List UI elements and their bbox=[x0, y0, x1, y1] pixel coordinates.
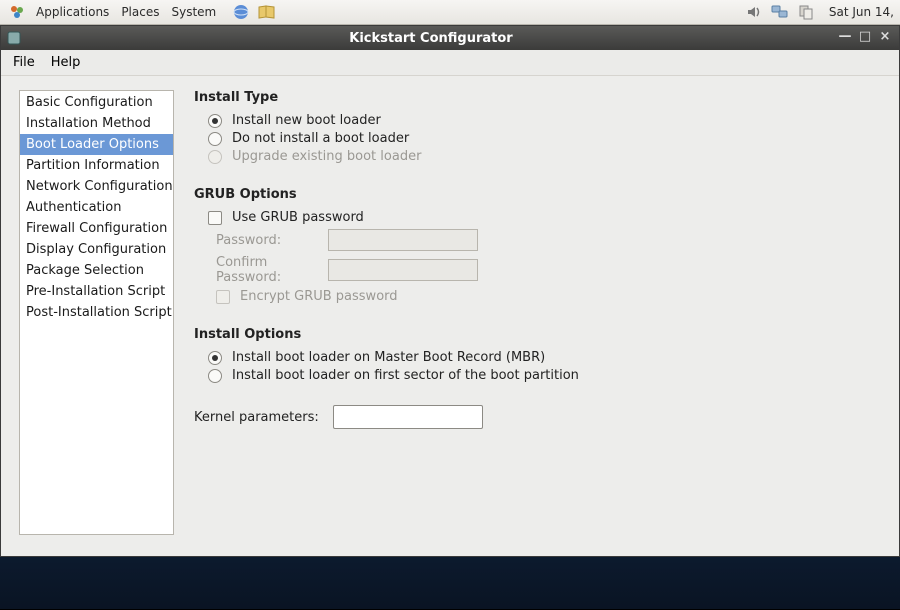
checkbox-icon bbox=[208, 211, 222, 225]
menu-help[interactable]: Help bbox=[43, 50, 89, 76]
sidebar-item-pre-script[interactable]: Pre-Installation Script bbox=[20, 281, 173, 302]
panel-menu-applications[interactable]: Applications bbox=[30, 0, 115, 25]
opt-label: Install new boot loader bbox=[232, 113, 381, 128]
grub-confirm-row: Confirm Password: bbox=[216, 255, 579, 285]
sidebar-item-package[interactable]: Package Selection bbox=[20, 260, 173, 281]
grub-password-row: Password: bbox=[216, 229, 579, 251]
panel-menu-places[interactable]: Places bbox=[115, 0, 165, 25]
window-title: Kickstart Configurator bbox=[29, 31, 833, 46]
dictionary-icon[interactable] bbox=[258, 3, 276, 21]
radio-icon bbox=[208, 369, 222, 383]
chk-label: Use GRUB password bbox=[232, 210, 364, 225]
checkbox-icon bbox=[216, 290, 230, 304]
gnome-foot-icon bbox=[8, 3, 26, 21]
content-pane: Install Type Install new boot loader Do … bbox=[174, 90, 579, 538]
sidebar-item-boot-loader[interactable]: Boot Loader Options bbox=[20, 134, 173, 155]
opt-label: Install boot loader on Master Boot Recor… bbox=[232, 350, 545, 365]
sidebar-item-install-method[interactable]: Installation Method bbox=[20, 113, 173, 134]
kernel-label: Kernel parameters: bbox=[194, 410, 319, 425]
opt-mbr[interactable]: Install boot loader on Master Boot Recor… bbox=[208, 350, 579, 365]
radio-icon bbox=[208, 150, 222, 164]
opt-label: Upgrade existing boot loader bbox=[232, 149, 421, 164]
gnome-panel: Applications Places System Sat Jun 14, bbox=[0, 0, 900, 25]
opt-label: Do not install a boot loader bbox=[232, 131, 409, 146]
radio-icon bbox=[208, 132, 222, 146]
sidebar-item-partition[interactable]: Partition Information bbox=[20, 155, 173, 176]
grub-password-input bbox=[328, 229, 478, 251]
radio-icon bbox=[208, 114, 222, 128]
kernel-params-input[interactable] bbox=[333, 405, 483, 429]
sidebar-item-basic[interactable]: Basic Configuration bbox=[20, 92, 173, 113]
kernel-row: Kernel parameters: bbox=[194, 405, 579, 429]
install-options-title: Install Options bbox=[194, 327, 579, 342]
panel-clock[interactable]: Sat Jun 14, bbox=[819, 5, 896, 19]
app-body: Basic Configuration Installation Method … bbox=[1, 76, 899, 556]
app-icon bbox=[7, 31, 23, 45]
opt-install-new[interactable]: Install new boot loader bbox=[208, 113, 579, 128]
confirm-label: Confirm Password: bbox=[216, 255, 328, 285]
opt-first-sector[interactable]: Install boot loader on first sector of t… bbox=[208, 368, 579, 383]
minimize-button[interactable]: — bbox=[837, 30, 853, 46]
sidebar-item-auth[interactable]: Authentication bbox=[20, 197, 173, 218]
radio-icon bbox=[208, 351, 222, 365]
sidebar: Basic Configuration Installation Method … bbox=[19, 90, 174, 535]
menubar: File Help bbox=[1, 50, 899, 76]
menu-file[interactable]: File bbox=[5, 50, 43, 76]
volume-icon[interactable] bbox=[745, 3, 763, 21]
titlebar: Kickstart Configurator — □ × bbox=[1, 26, 899, 50]
app-window: Kickstart Configurator — □ × File Help B… bbox=[0, 25, 900, 557]
opt-upgrade: Upgrade existing boot loader bbox=[208, 149, 579, 164]
panel-menu-system[interactable]: System bbox=[165, 0, 222, 25]
sidebar-item-display[interactable]: Display Configuration bbox=[20, 239, 173, 260]
opt-label: Install boot loader on first sector of t… bbox=[232, 368, 579, 383]
chk-use-grub-pw[interactable]: Use GRUB password bbox=[208, 210, 579, 225]
opt-no-install[interactable]: Do not install a boot loader bbox=[208, 131, 579, 146]
browser-icon[interactable] bbox=[232, 3, 250, 21]
sidebar-item-post-script[interactable]: Post-Installation Script bbox=[20, 302, 173, 323]
install-type-title: Install Type bbox=[194, 90, 579, 105]
chk-label: Encrypt GRUB password bbox=[240, 289, 398, 304]
grub-confirm-input bbox=[328, 259, 478, 281]
chk-encrypt-grub: Encrypt GRUB password bbox=[216, 289, 579, 304]
sidebar-item-firewall[interactable]: Firewall Configuration bbox=[20, 218, 173, 239]
clipboard-icon[interactable] bbox=[797, 3, 815, 21]
password-label: Password: bbox=[216, 233, 328, 248]
grub-title: GRUB Options bbox=[194, 187, 579, 202]
network-icon[interactable] bbox=[771, 3, 789, 21]
desktop-strip bbox=[0, 557, 900, 609]
close-button[interactable]: × bbox=[877, 30, 893, 46]
maximize-button[interactable]: □ bbox=[857, 30, 873, 46]
sidebar-item-network[interactable]: Network Configuration bbox=[20, 176, 173, 197]
